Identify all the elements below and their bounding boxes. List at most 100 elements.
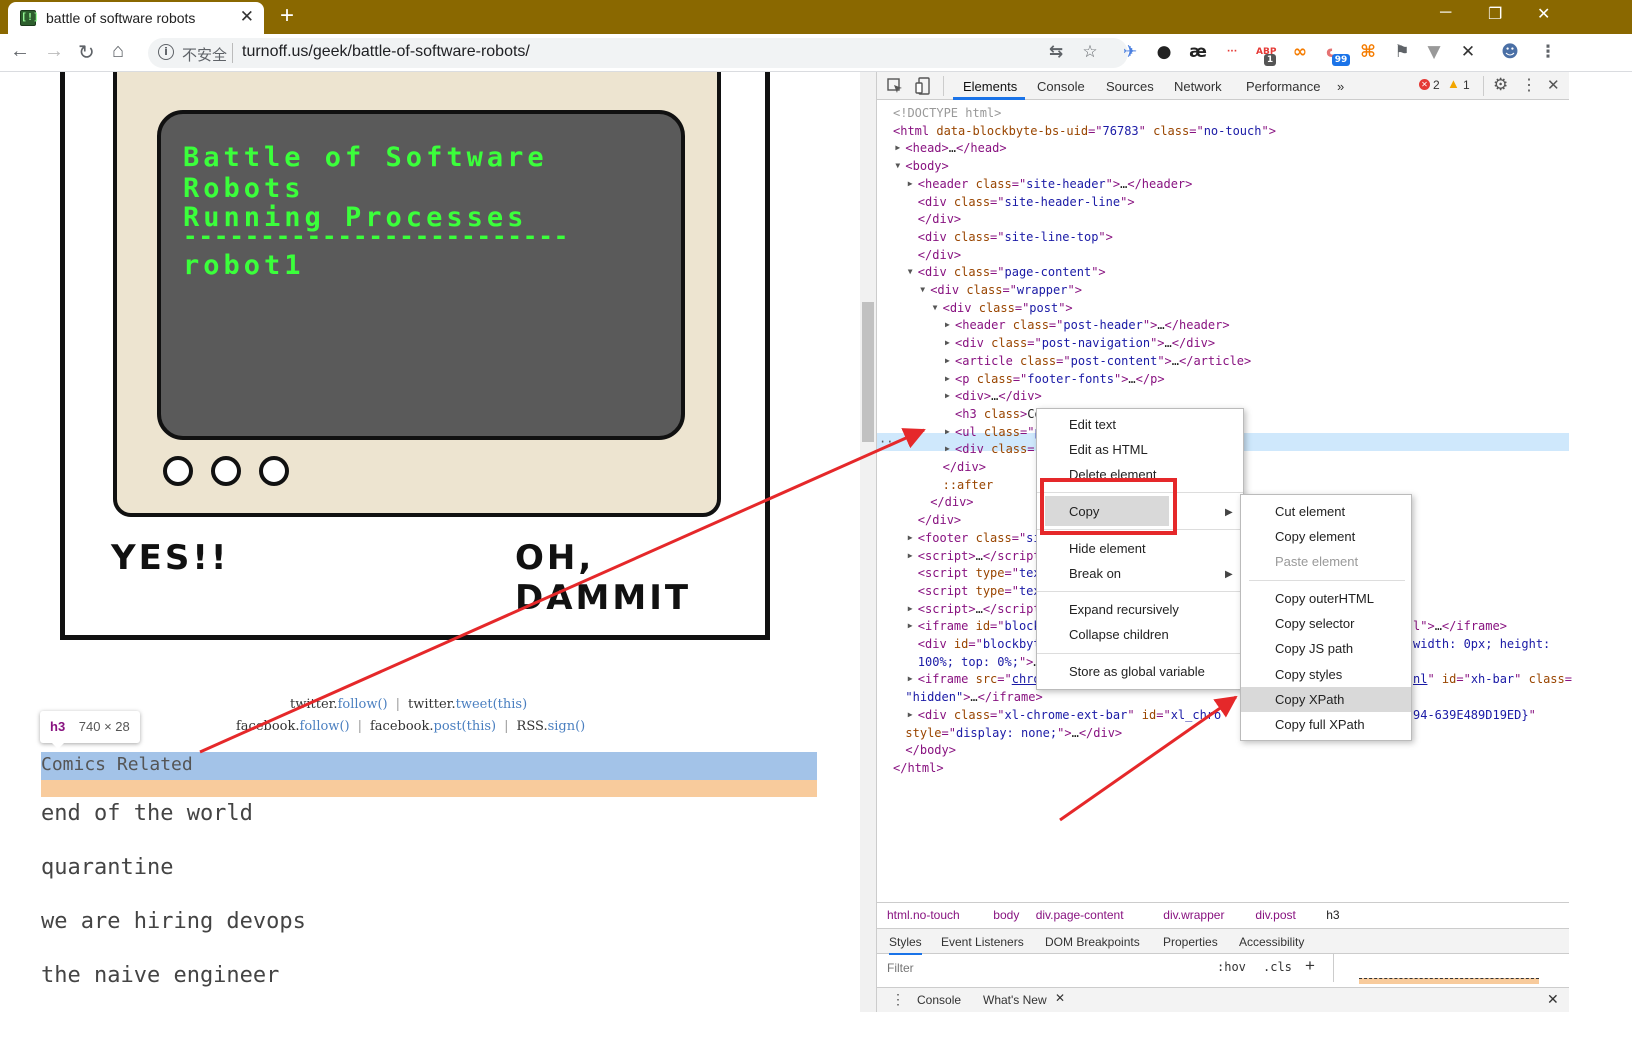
breadcrumb-item[interactable]: body bbox=[993, 908, 1019, 922]
dom-node-row[interactable]: <html data-blockbyte-bs-uid="76783" clas… bbox=[893, 122, 1276, 140]
minimize-button[interactable]: ─ bbox=[1440, 4, 1451, 22]
social-link[interactable]: tweet(this) bbox=[456, 697, 528, 712]
dom-node-row[interactable]: </div> bbox=[930, 493, 973, 511]
dom-node-row[interactable]: <!DOCTYPE html> bbox=[893, 104, 1001, 122]
expand-arrow-icon[interactable]: ▶ bbox=[945, 370, 950, 388]
dom-node-row[interactable]: ▶ <article class="post-content">…</articl… bbox=[945, 352, 1251, 370]
dom-node-row[interactable]: ▶<ul class="p bbox=[945, 423, 1042, 441]
back-button[interactable]: ← bbox=[10, 40, 30, 63]
scrollbar-thumb[interactable] bbox=[862, 302, 874, 442]
expand-arrow-icon[interactable]: ▶ bbox=[908, 600, 913, 618]
expand-arrow-icon[interactable]: ▶ bbox=[908, 617, 913, 635]
close-devtools-icon[interactable]: ✕ bbox=[1547, 76, 1560, 94]
styles-tab[interactable]: Properties bbox=[1163, 935, 1218, 949]
dom-node-row[interactable]: ▶ <div class=" bbox=[945, 440, 1042, 458]
social-link[interactable]: follow() bbox=[338, 697, 388, 712]
copy-submenu-item[interactable]: Copy outerHTML bbox=[1275, 591, 1374, 606]
device-toolbar-icon[interactable] bbox=[915, 77, 931, 95]
dom-node-row[interactable]: ▼ <div class="wrapper"> bbox=[920, 281, 1082, 299]
drawer-menu-icon[interactable]: ⋮ bbox=[891, 991, 905, 1008]
dom-node-row[interactable]: <h3 class>Co bbox=[955, 405, 1042, 423]
tab-sources[interactable]: Sources bbox=[1106, 79, 1154, 94]
expand-arrow-icon[interactable]: ▶ bbox=[908, 529, 913, 547]
copy-submenu-item[interactable]: Copy element bbox=[1275, 529, 1355, 544]
related-comic-link[interactable]: the naive engineer bbox=[41, 963, 279, 988]
expand-arrow-icon[interactable]: ▼ bbox=[933, 299, 938, 317]
dom-node-row[interactable]: </div> bbox=[918, 246, 961, 264]
error-count[interactable]: 2 bbox=[1433, 78, 1440, 92]
related-comic-link[interactable]: we are hiring devops bbox=[41, 909, 306, 934]
styles-filter-input[interactable] bbox=[881, 957, 1211, 979]
close-drawer-icon[interactable]: ✕ bbox=[1547, 991, 1559, 1008]
expand-arrow-icon[interactable]: ▶ bbox=[945, 334, 950, 352]
dom-node-row[interactable]: <div id="blockbyt bbox=[918, 635, 1041, 653]
dom-node-row[interactable]: ▶ <div class="post-navigation">…</div> bbox=[945, 334, 1215, 352]
context-menu-item[interactable]: Store as global variable bbox=[1069, 664, 1205, 679]
drawer-tab-console[interactable]: Console bbox=[917, 993, 961, 1007]
settings-gear-icon[interactable]: ⚙ bbox=[1493, 75, 1508, 95]
related-comic-link[interactable]: quarantine bbox=[41, 855, 173, 880]
dom-node-row[interactable]: <script type="tex bbox=[918, 582, 1041, 600]
dom-node-row[interactable]: </html> bbox=[893, 759, 944, 777]
dom-node-row[interactable]: ▶ <div>…</div> bbox=[945, 387, 1042, 405]
context-menu-item[interactable]: Collapse children bbox=[1069, 627, 1169, 642]
tab-performance[interactable]: Performance bbox=[1246, 79, 1320, 94]
context-menu-item[interactable]: Hide element bbox=[1069, 541, 1146, 556]
info-icon[interactable]: i bbox=[158, 44, 174, 60]
new-tab-button[interactable]: + bbox=[280, 2, 294, 30]
reload-button[interactable]: ↻ bbox=[78, 40, 95, 65]
expand-arrow-icon[interactable]: ▶ bbox=[945, 423, 950, 441]
tab-network[interactable]: Network bbox=[1174, 79, 1222, 94]
dots-extension-icon[interactable]: ··· bbox=[1222, 42, 1242, 62]
expand-arrow-icon[interactable]: ▶ bbox=[945, 440, 950, 458]
tab-console[interactable]: Console bbox=[1037, 79, 1085, 94]
dom-node-row[interactable]: ▼ <div class="page-content"> bbox=[908, 263, 1106, 281]
page-scrollbar[interactable] bbox=[860, 72, 876, 1012]
dom-node-row[interactable]: "hidden">…</iframe> bbox=[905, 688, 1042, 706]
dom-node-row[interactable]: ▼ <body> bbox=[895, 157, 948, 175]
x-extension-icon[interactable]: ✕ bbox=[1458, 42, 1478, 62]
breadcrumb-item[interactable]: div.wrapper bbox=[1163, 908, 1224, 922]
inspect-element-icon[interactable] bbox=[887, 78, 903, 94]
styles-tab[interactable]: DOM Breakpoints bbox=[1045, 935, 1140, 949]
cls-toggle[interactable]: .cls bbox=[1263, 960, 1292, 974]
social-link[interactable]: sign() bbox=[548, 719, 586, 734]
bird-extension-icon[interactable]: ✈ bbox=[1120, 42, 1140, 62]
expand-arrow-icon[interactable]: ▶ bbox=[945, 316, 950, 334]
address-bar[interactable]: i 不安全 turnoff.us/geek/battle-of-software… bbox=[148, 38, 1128, 68]
dom-node-row[interactable]: ▶ <iframe id="block bbox=[908, 617, 1041, 635]
copy-submenu-item[interactable]: Paste element bbox=[1275, 554, 1358, 569]
related-comic-link[interactable]: end of the world bbox=[41, 801, 253, 826]
dom-node-row[interactable]: </div> bbox=[943, 458, 986, 476]
new-style-rule-button[interactable]: + bbox=[1305, 956, 1315, 976]
social-link[interactable]: follow() bbox=[300, 719, 350, 734]
tree-extension-icon[interactable]: ⌘ bbox=[1358, 42, 1378, 62]
star-icon[interactable]: ☆ bbox=[1080, 42, 1100, 62]
styles-tab[interactable]: Event Listeners bbox=[941, 935, 1024, 949]
more-options-icon[interactable]: ⋮ bbox=[1521, 75, 1537, 95]
expand-arrow-icon[interactable]: ▶ bbox=[895, 139, 900, 157]
browser-tab[interactable]: [!] battle of software robots ✕ bbox=[8, 2, 264, 34]
drawer-tab-close-icon[interactable]: ✕ bbox=[1055, 991, 1065, 1005]
dom-node-row[interactable]: ::after bbox=[943, 476, 994, 494]
expand-arrow-icon[interactable]: ▼ bbox=[920, 281, 925, 299]
dom-node-row[interactable]: ▶ <iframe src="chro bbox=[908, 670, 1041, 688]
expand-arrow-icon[interactable]: ▼ bbox=[895, 157, 900, 175]
dom-node-row[interactable]: style="display: none;">…</div> bbox=[905, 724, 1122, 742]
context-menu-item[interactable]: Break on bbox=[1069, 566, 1121, 581]
close-window-button[interactable]: ✕ bbox=[1537, 4, 1550, 24]
dom-node-row[interactable]: ▶ <head>…</head> bbox=[895, 139, 1006, 157]
copy-submenu-item[interactable]: Copy JS path bbox=[1275, 641, 1353, 656]
copy-submenu-item[interactable]: Copy styles bbox=[1275, 667, 1342, 682]
dom-node-row[interactable]: ▶ <script>…</script bbox=[908, 600, 1041, 618]
dom-node-row[interactable]: </div> bbox=[918, 511, 961, 529]
dom-node-row[interactable]: <div class="site-header-line"> bbox=[918, 193, 1135, 211]
tab-elements[interactable]: Elements bbox=[963, 79, 1017, 94]
social-link[interactable]: post(this) bbox=[434, 719, 497, 734]
breadcrumb-item[interactable]: h3 bbox=[1326, 908, 1339, 922]
breadcrumb-item[interactable]: div.post bbox=[1255, 908, 1295, 922]
copy-submenu-item[interactable]: Copy selector bbox=[1275, 616, 1354, 631]
translate-icon[interactable]: ⇆ bbox=[1046, 42, 1066, 62]
v-extension-icon[interactable]: ▼ bbox=[1424, 42, 1444, 62]
dom-node-row[interactable]: <div class="site-line-top"> bbox=[918, 228, 1113, 246]
